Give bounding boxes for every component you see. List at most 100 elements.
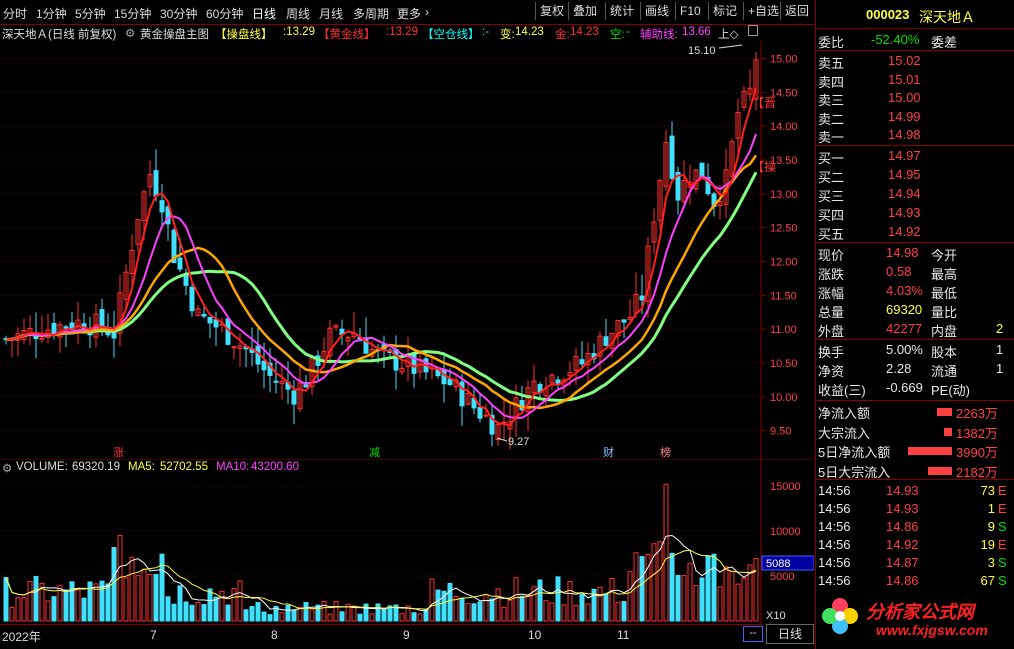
- flow-row[interactable]: 大宗流入 1382万: [816, 423, 1014, 441]
- stat-row[interactable]: 外盘 42277 内盘 2: [816, 321, 1014, 339]
- settings-gear-icon[interactable]: ⚙: [125, 26, 135, 40]
- volume-tick: 10000: [770, 526, 801, 538]
- period-select[interactable]: 日线: [766, 624, 814, 644]
- volume-bar: [225, 604, 231, 622]
- period-tab-daily[interactable]: 日线: [252, 5, 276, 22]
- period-tab-60min[interactable]: 60分钟: [206, 5, 243, 22]
- candle-body: [177, 257, 183, 270]
- bid-row[interactable]: 买五 14.92: [816, 224, 1014, 242]
- stat-row[interactable]: 现价 14.98 今开: [816, 245, 1014, 263]
- period-tab-monthly[interactable]: 月线: [319, 5, 343, 22]
- volume-bar: [603, 593, 609, 622]
- volume-bar: [111, 547, 117, 622]
- tick-time: 14:56: [818, 519, 851, 534]
- stat-row[interactable]: 涨幅 4.03% 最低: [816, 283, 1014, 301]
- volume-bar: [291, 609, 297, 622]
- candle-body: [207, 316, 213, 324]
- scroll-button[interactable]: --: [743, 626, 763, 642]
- date-label-jul: 7: [150, 628, 157, 642]
- period-tab-1min[interactable]: 1分钟: [36, 5, 67, 22]
- stat2-row[interactable]: 收益(三) -0.669 PE(动): [816, 380, 1014, 398]
- stat-row[interactable]: 总量 69320 量比: [816, 302, 1014, 320]
- event-label-bang[interactable]: 榜: [660, 445, 671, 459]
- volume-bar: [501, 606, 507, 622]
- panel-toggle-icon[interactable]: [748, 25, 758, 36]
- volume-bar: [711, 553, 717, 622]
- tick-row[interactable]: 14:56 14.92 19 E: [816, 537, 1014, 555]
- chevron-right-icon[interactable]: ›: [425, 5, 429, 19]
- gold-label: 金:: [555, 29, 570, 41]
- bid-label: 买五: [818, 227, 845, 242]
- ask-row[interactable]: 卖三 15.00: [816, 90, 1014, 108]
- tick-row[interactable]: 14:56 14.86 9 S: [816, 519, 1014, 537]
- stat-value: 69320: [886, 302, 923, 317]
- bid-price: 14.92: [888, 224, 921, 239]
- back-button[interactable]: 返回: [780, 2, 813, 20]
- candle-body: [63, 326, 69, 329]
- mark-button[interactable]: 标记: [708, 2, 741, 20]
- flow-value: 2263万: [956, 406, 998, 421]
- period-tab-more[interactable]: 更多: [397, 5, 421, 22]
- line1-label: 【操盘线】: [215, 29, 273, 41]
- overlay-button[interactable]: 叠加: [568, 2, 601, 20]
- stat2-value: -0.669: [886, 380, 923, 395]
- stat2-row[interactable]: 换手 5.00% 股本 1: [816, 342, 1014, 360]
- tick-flag: S: [998, 573, 1007, 588]
- period-tab-multi[interactable]: 多周期: [353, 5, 389, 22]
- period-tab-15min[interactable]: 15分钟: [114, 5, 151, 22]
- tick-price: 14.92: [886, 537, 919, 552]
- cloud-line: [5, 171, 758, 402]
- stat-row[interactable]: 涨跌 0.58 最高: [816, 264, 1014, 282]
- period-tab-weekly[interactable]: 周线: [286, 5, 310, 22]
- tick-row[interactable]: 14:56 14.93 1 E: [816, 501, 1014, 519]
- ask-row[interactable]: 卖二 14.99: [816, 109, 1014, 127]
- volume-bar: [237, 580, 243, 622]
- event-label-zhang[interactable]: 涨: [113, 446, 124, 459]
- volume-bar: [33, 575, 39, 622]
- stat2-label: 收益(三): [818, 383, 866, 398]
- candle-body: [99, 309, 105, 328]
- volume-chart[interactable]: 15000 10000 5000 5088 X10: [0, 459, 814, 624]
- empty-label: 空:: [610, 29, 625, 41]
- brand-banner: 分析家公式网 www.fxjgsw.com: [816, 590, 1014, 649]
- tick-volume: 1: [987, 501, 995, 516]
- bid-row[interactable]: 买四 14.93: [816, 205, 1014, 223]
- ask-row[interactable]: 卖五 15.02: [816, 53, 1014, 71]
- stats-button[interactable]: 统计: [605, 2, 638, 20]
- price-tick: 12.00: [770, 257, 798, 269]
- tick-row[interactable]: 14:56 14.93 73 E: [816, 483, 1014, 501]
- price-chart[interactable]: 15.0014.5014.0013.5013.0012.5012.0011.50…: [0, 41, 814, 459]
- volume-bar: [327, 613, 333, 622]
- volume-bar: [243, 609, 249, 622]
- event-label-jian[interactable]: 减: [369, 446, 380, 459]
- volume-bar: [639, 556, 645, 622]
- tick-row[interactable]: 14:56 14.87 3 S: [816, 555, 1014, 573]
- volume-bar: [279, 612, 285, 622]
- aux-line: [5, 133, 757, 419]
- f10-button[interactable]: F10: [675, 2, 705, 20]
- price-tick: 11.00: [770, 324, 797, 336]
- bid-row[interactable]: 买三 14.94: [816, 186, 1014, 204]
- add-watchlist-button[interactable]: +自选: [743, 2, 783, 20]
- period-tab-minute[interactable]: 分时: [3, 5, 27, 22]
- ask-row[interactable]: 卖一 14.98: [816, 127, 1014, 145]
- indicator-name[interactable]: 黄金操盘主图: [140, 26, 209, 42]
- draw-button[interactable]: 画线: [640, 2, 673, 20]
- flow-row[interactable]: 5日大宗流入 2182万: [816, 462, 1014, 480]
- period-tab-30min[interactable]: 30分钟: [160, 5, 197, 22]
- flow-row[interactable]: 净流入额 2263万: [816, 403, 1014, 421]
- tick-row[interactable]: 14:56 14.86 67 S: [816, 573, 1014, 591]
- volume-bar: [3, 577, 9, 622]
- event-label-cai[interactable]: 财: [603, 445, 614, 459]
- volume-bar: [723, 566, 729, 622]
- candle-body: [555, 379, 561, 384]
- brand-url[interactable]: www.fxjgsw.com: [876, 622, 988, 638]
- stat2-row[interactable]: 净资 2.28 流通 1: [816, 361, 1014, 379]
- ask-label: 卖二: [818, 111, 845, 127]
- adjust-button[interactable]: 复权: [535, 2, 568, 20]
- bid-row[interactable]: 买一 14.97: [816, 148, 1014, 166]
- volume-bar: [483, 594, 489, 622]
- period-tab-5min[interactable]: 5分钟: [75, 5, 106, 22]
- bid-row[interactable]: 买二 14.95: [816, 167, 1014, 185]
- ask-row[interactable]: 卖四 15.01: [816, 72, 1014, 90]
